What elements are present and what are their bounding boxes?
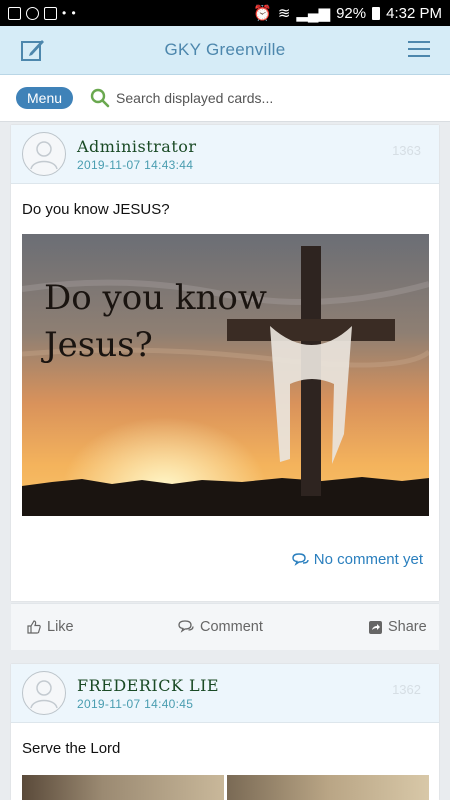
battery-icon	[372, 6, 381, 20]
post-author[interactable]: FREDERICK LIE	[77, 676, 219, 695]
status-bar: • • ⏰ ≋ ▂▄▆ 92% 4:32 PM	[0, 0, 450, 26]
app-title: GKY Greenville	[164, 40, 286, 59]
gallery-icon	[8, 6, 21, 20]
comments-link[interactable]: No comment yet	[292, 551, 423, 568]
share-button[interactable]: Share	[369, 619, 427, 635]
thumbs-up-icon	[27, 620, 41, 634]
post-id: 1362	[392, 682, 421, 697]
image-caption-line-2: Jesus?	[41, 325, 153, 365]
post-header: Administrator 2019-11-07 14:43:44 1363	[11, 125, 439, 184]
avatar[interactable]	[22, 132, 66, 176]
comment-icon	[178, 620, 194, 633]
comment-label: Comment	[200, 619, 263, 635]
post-actions: Like Comment Share	[11, 603, 439, 650]
search-input[interactable]	[114, 89, 419, 107]
post-text: Serve the Lord	[22, 740, 121, 757]
search-icon	[90, 88, 110, 108]
compose-icon[interactable]	[20, 37, 46, 63]
post-timestamp: 2019-11-07 14:40:45	[77, 697, 194, 711]
wifi-icon: ≋	[277, 5, 291, 22]
comment-button[interactable]: Comment	[178, 619, 263, 635]
post-card: Administrator 2019-11-07 14:43:44 1363 D…	[11, 125, 439, 650]
alarm-icon: ⏰	[253, 5, 272, 22]
like-label: Like	[47, 619, 74, 635]
signal-icon: ▂▄▆	[296, 5, 331, 22]
post-id: 1363	[392, 143, 421, 158]
post-text: Do you know JESUS?	[22, 201, 170, 218]
app-header: GKY Greenville	[0, 26, 450, 75]
hamburger-menu-icon[interactable]	[408, 41, 430, 57]
share-icon	[369, 620, 382, 634]
battery-percent: 92%	[336, 4, 367, 22]
post-author[interactable]: Administrator	[77, 137, 197, 156]
avatar[interactable]	[22, 671, 66, 715]
whatsapp-icon	[26, 6, 39, 20]
image-caption-line-1: Do you know	[44, 278, 267, 318]
user-placeholder-icon	[30, 680, 58, 709]
post-timestamp: 2019-11-07 14:43:44	[77, 158, 194, 172]
post-image[interactable]: Do you know Jesus?	[22, 234, 429, 516]
post-image[interactable]	[22, 775, 429, 800]
menu-button[interactable]: Menu	[16, 87, 74, 109]
toolbar: Menu	[0, 75, 450, 122]
comments-link-label: No comment yet	[313, 551, 423, 568]
like-button[interactable]: Like	[27, 619, 74, 635]
keyboard-icon	[44, 6, 57, 20]
clock: 4:32 PM	[386, 4, 442, 22]
more-notifications-icon: • •	[62, 6, 77, 20]
post-header: FREDERICK LIE 2019-11-07 14:40:45 1362	[11, 664, 439, 723]
share-label: Share	[388, 619, 427, 635]
comments-icon	[292, 552, 309, 566]
post-card: FREDERICK LIE 2019-11-07 14:40:45 1362 S…	[11, 664, 439, 800]
user-placeholder-icon	[30, 141, 58, 170]
